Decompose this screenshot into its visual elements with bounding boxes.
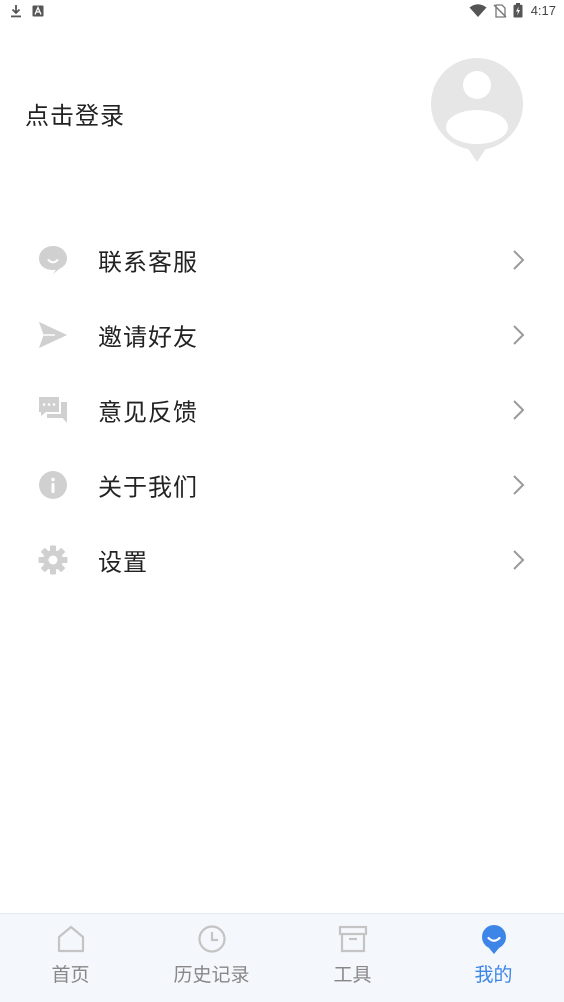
battery-icon	[513, 3, 523, 18]
status-time: 4:17	[530, 3, 556, 18]
clock-icon	[197, 925, 226, 953]
menu-item-contact-service[interactable]: 联系客服	[0, 222, 564, 297]
chat-bubble-icon	[38, 245, 68, 275]
login-prompt[interactable]: 点击登录	[25, 96, 125, 131]
profile-screen: 4:17 点击登录 联系客服 邀请好友 意见反馈 关于我们 设置 首页 历史记录…	[0, 0, 564, 1002]
profile-icon	[481, 925, 506, 954]
menu-item-settings[interactable]: 设置	[0, 522, 564, 597]
status-bar: 4:17	[0, 0, 564, 24]
nav-tab-mine[interactable]: 我的	[423, 914, 564, 1002]
chevron-right-icon	[513, 549, 525, 570]
nav-tab-tools[interactable]: 工具	[282, 914, 423, 1002]
nav-tab-history[interactable]: 历史记录	[141, 914, 282, 1002]
chevron-right-icon	[513, 249, 525, 270]
gear-icon	[38, 545, 68, 575]
chevron-right-icon	[513, 399, 525, 420]
no-sim-icon	[493, 3, 507, 18]
bottom-nav: 首页 历史记录 工具 我的	[0, 913, 564, 1002]
info-icon	[38, 470, 68, 500]
menu-item-feedback[interactable]: 意见反馈	[0, 372, 564, 447]
wifi-icon	[469, 3, 487, 17]
menu-item-about-us[interactable]: 关于我们	[0, 447, 564, 522]
menu-label-invite-friends: 邀请好友	[98, 323, 198, 351]
home-icon	[57, 925, 84, 953]
menu-item-invite-friends[interactable]: 邀请好友	[0, 297, 564, 372]
chevron-right-icon	[513, 474, 525, 495]
chevron-right-icon	[513, 324, 525, 345]
settings-menu: 联系客服 邀请好友 意见反馈 关于我们 设置	[0, 222, 564, 597]
archive-icon	[338, 925, 367, 953]
a-icon	[32, 5, 44, 17]
nav-label-home: 首页	[51, 964, 90, 986]
avatar-placeholder-icon[interactable]	[429, 58, 525, 162]
nav-tab-home[interactable]: 首页	[0, 914, 141, 1002]
send-icon	[38, 320, 68, 350]
nav-label-history: 历史记录	[173, 964, 250, 986]
nav-label-mine: 我的	[474, 964, 513, 986]
menu-label-contact-service: 联系客服	[98, 248, 198, 276]
menu-label-about-us: 关于我们	[98, 473, 198, 501]
download-icon	[11, 5, 21, 18]
nav-label-tools: 工具	[333, 964, 372, 986]
menu-label-feedback: 意见反馈	[98, 398, 198, 426]
feedback-icon	[38, 395, 68, 425]
menu-label-settings: 设置	[98, 548, 148, 576]
